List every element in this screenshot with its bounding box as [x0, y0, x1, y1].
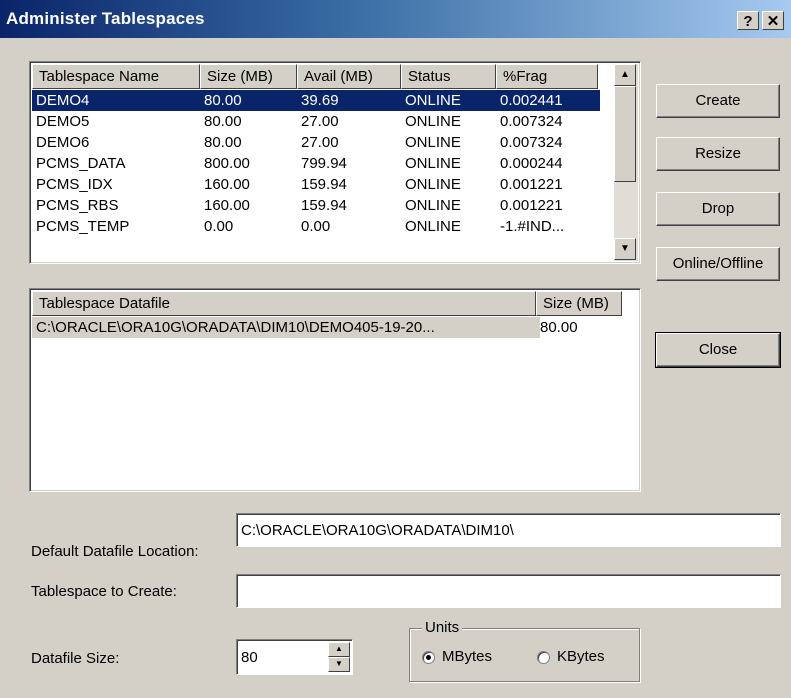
tablespace-to-create-label: Tablespace to Create: — [31, 583, 177, 600]
mbytes-label[interactable]: MBytes — [442, 648, 492, 665]
table-cell: 0.007324 — [500, 113, 563, 130]
default-location-label: Default Datafile Location: — [31, 543, 199, 560]
table-cell: 27.00 — [301, 134, 339, 151]
table-cell: 0.00 — [301, 218, 331, 235]
datafile-size-label: Datafile Size: — [31, 650, 120, 667]
tablespace-to-create-input[interactable] — [236, 574, 781, 608]
table-cell: 80.00 — [204, 113, 242, 130]
table-cell: 0.001221 — [500, 197, 563, 214]
table-cell: 799.94 — [301, 155, 347, 172]
table-row[interactable]: PCMS_DATA 800.00 799.94 ONLINE 0.000244 — [32, 153, 600, 174]
datafile-cell: 80.00 — [540, 319, 578, 336]
units-title: Units — [422, 619, 463, 636]
col-header-datafile[interactable]: Tablespace Datafile — [32, 291, 536, 316]
mbytes-radio[interactable] — [422, 651, 435, 664]
table-row[interactable]: PCMS_RBS 160.00 159.94 ONLINE 0.001221 — [32, 195, 600, 216]
window-title: Administer Tablespaces — [6, 9, 205, 28]
tablespace-list[interactable]: Tablespace Name Size (MB) Avail (MB) Sta… — [29, 61, 641, 264]
table-row[interactable]: DEMO5 80.00 27.00 ONLINE 0.007324 — [32, 111, 600, 132]
table-cell: 0.007324 — [500, 134, 563, 151]
selected-dot-icon — [426, 655, 431, 660]
table-cell: 160.00 — [204, 176, 250, 193]
col-header-datafile-size[interactable]: Size (MB) — [536, 291, 622, 316]
table-cell: 160.00 — [204, 197, 250, 214]
spin-up-icon[interactable]: ▲ — [328, 642, 350, 657]
table-cell: 159.94 — [301, 176, 347, 193]
kbytes-radio[interactable] — [537, 651, 550, 664]
table-cell: ONLINE — [405, 92, 461, 109]
scroll-thumb[interactable] — [614, 86, 636, 182]
datafile-list[interactable]: Tablespace Datafile Size (MB) C:\ORACLE\… — [29, 288, 641, 492]
col-header-status[interactable]: Status — [401, 64, 496, 89]
table-cell: ONLINE — [405, 113, 461, 130]
table-cell: ONLINE — [405, 134, 461, 151]
table-row[interactable]: PCMS_TEMP 0.00 0.00 ONLINE -1.#IND... — [32, 216, 600, 237]
table-cell: 0.002441 — [500, 92, 563, 109]
table-cell: 39.69 — [301, 92, 339, 109]
col-header-tablespace-name[interactable]: Tablespace Name — [32, 64, 200, 89]
close-icon[interactable]: ✕ — [762, 11, 784, 30]
table-row[interactable]: PCMS_IDX 160.00 159.94 ONLINE 0.001221 — [32, 174, 600, 195]
kbytes-label[interactable]: KBytes — [557, 648, 605, 665]
table-cell: DEMO6 — [36, 134, 90, 151]
default-location-input[interactable] — [236, 513, 781, 547]
col-header-size[interactable]: Size (MB) — [200, 64, 297, 89]
datafile-cell: C:\ORACLE\ORA10G\ORADATA\DIM10\DEMO405-1… — [32, 317, 540, 338]
table-cell: 159.94 — [301, 197, 347, 214]
table-cell: -1.#IND... — [500, 218, 565, 235]
scroll-down-icon[interactable]: ▼ — [614, 238, 636, 260]
units-group: Units MBytes KBytes — [409, 619, 640, 682]
table-cell: ONLINE — [405, 155, 461, 172]
table-cell: PCMS_DATA — [36, 155, 126, 172]
close-button[interactable]: Close — [655, 332, 781, 368]
help-button[interactable]: ? — [737, 11, 759, 30]
create-button[interactable]: Create — [656, 84, 780, 118]
table-cell: DEMO5 — [36, 113, 90, 130]
size-spinner[interactable]: ▲ ▼ — [328, 642, 350, 672]
table-cell: 800.00 — [204, 155, 250, 172]
scroll-up-icon[interactable]: ▲ — [614, 64, 636, 86]
table-cell: ONLINE — [405, 176, 461, 193]
table-cell: 80.00 — [204, 134, 242, 151]
col-header-avail[interactable]: Avail (MB) — [297, 64, 401, 89]
table-row[interactable]: DEMO4 80.00 39.69 ONLINE 0.002441 — [32, 90, 600, 111]
table-cell: DEMO4 — [36, 92, 90, 109]
resize-button[interactable]: Resize — [656, 137, 780, 171]
online-offline-button[interactable]: Online/Offline — [656, 247, 780, 281]
table-cell: PCMS_RBS — [36, 197, 119, 214]
table-cell: 0.00 — [204, 218, 234, 235]
table-row[interactable]: DEMO6 80.00 27.00 ONLINE 0.007324 — [32, 132, 600, 153]
table-cell: PCMS_IDX — [36, 176, 113, 193]
table-cell: 0.001221 — [500, 176, 563, 193]
drop-button[interactable]: Drop — [656, 192, 780, 226]
tablespace-scrollbar[interactable]: ▲ ▼ — [614, 64, 638, 261]
table-cell: 80.00 — [204, 92, 242, 109]
table-cell: ONLINE — [405, 218, 461, 235]
list-item[interactable]: C:\ORACLE\ORA10G\ORADATA\DIM10\DEMO405-1… — [32, 317, 632, 338]
spin-down-icon[interactable]: ▼ — [328, 657, 350, 672]
title-bar[interactable]: Administer Tablespaces ? ✕ — [0, 0, 791, 38]
col-header-frag[interactable]: %Frag — [496, 64, 598, 89]
table-cell: 27.00 — [301, 113, 339, 130]
table-cell: PCMS_TEMP — [36, 218, 130, 235]
table-cell: 0.000244 — [500, 155, 563, 172]
table-cell: ONLINE — [405, 197, 461, 214]
